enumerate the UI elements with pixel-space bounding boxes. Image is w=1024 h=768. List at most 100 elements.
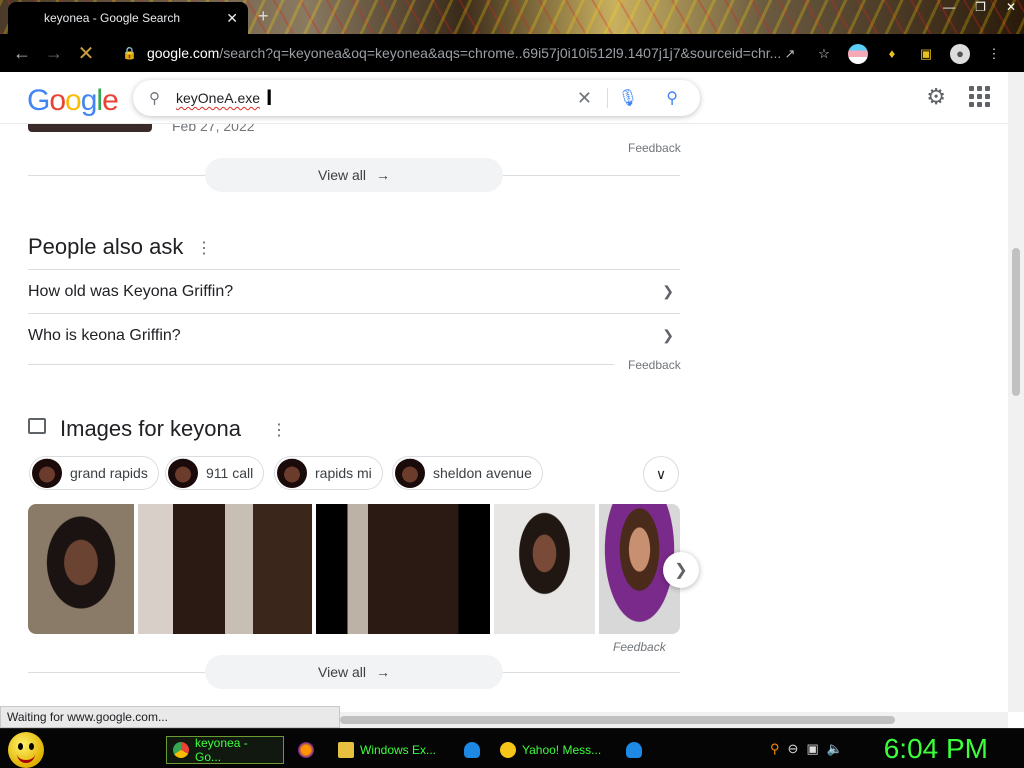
image-result[interactable] — [28, 504, 134, 634]
taskbar-clock[interactable]: 6:04 PM — [884, 733, 988, 765]
volume-icon[interactable]: 🔈 — [827, 741, 843, 757]
stop-loading-icon[interactable]: ✕ — [70, 41, 102, 66]
next-images-button[interactable]: ❯ — [663, 552, 699, 588]
image-chip[interactable]: rapids mi — [274, 456, 383, 490]
feedback-link[interactable]: Feedback — [628, 358, 681, 372]
image-chip[interactable]: sheldon avenue — [392, 456, 543, 490]
folder-icon — [338, 742, 354, 758]
chip-label: 911 call — [206, 465, 254, 481]
vertical-scrollbar[interactable] — [1008, 72, 1024, 712]
avatar — [168, 458, 198, 488]
onedrive-icon[interactable] — [458, 736, 486, 764]
task-label: Yahoo! Mess... — [522, 743, 602, 757]
more-options-icon[interactable]: ⋮ — [271, 420, 287, 440]
url-host: google.com — [146, 45, 220, 61]
feedback-link[interactable]: Feedback — [628, 141, 681, 155]
paa-question-text: Who is keona Griffin? — [28, 326, 181, 344]
image-result[interactable] — [316, 504, 490, 634]
google-header: Google ⚲ keyOneA.exe I ✕ 🎙 ⚲ ⚙ — [0, 72, 1008, 124]
divider — [28, 364, 614, 365]
scrollbar-thumb[interactable] — [340, 716, 895, 724]
logo-letter: e — [102, 84, 119, 117]
search-results: Feb 27, 2022 Feedback View all → People … — [0, 124, 1008, 712]
expand-chips-button[interactable]: ∨ — [643, 456, 679, 492]
chrome-icon — [173, 742, 189, 758]
voice-search-icon[interactable]: 🎙 — [618, 88, 638, 108]
browser-tab[interactable]: keyonea - Google Search ✕ — [8, 2, 248, 34]
extension-flag-icon[interactable] — [848, 44, 868, 64]
url-path: /search?q=keyonea&oq=keyonea&aqs=chrome.… — [219, 45, 782, 61]
minus-circle-icon[interactable]: ⊖ — [788, 741, 799, 757]
tab-close-icon[interactable]: ✕ — [226, 10, 238, 27]
settings-gear-icon[interactable]: ⚙ — [926, 84, 946, 110]
paa-question[interactable]: How old was Keyona Griffin? ❯ — [28, 269, 680, 313]
view-all-label: View all — [318, 167, 366, 183]
taskbar: keyonea - Go... Windows Ex... Yahoo! Mes… — [0, 728, 1024, 768]
avatar — [277, 458, 307, 488]
search-submit-icon[interactable]: ⚲ — [666, 88, 678, 108]
side-panel-icon[interactable]: ▣ — [916, 44, 936, 64]
minimize-icon[interactable]: — — [943, 0, 955, 14]
view-all-button[interactable]: View all → — [205, 655, 503, 689]
search-icon: ⚲ — [149, 90, 160, 107]
people-also-ask-title: People also ask — [28, 234, 184, 259]
browser-menu-icon[interactable]: ⋮ — [984, 44, 1004, 64]
clear-search-icon[interactable]: ✕ — [577, 88, 592, 109]
task-label: Windows Ex... — [360, 743, 437, 757]
bookmark-star-icon[interactable]: ☆ — [814, 44, 834, 64]
chevron-down-icon: ❯ — [662, 327, 674, 343]
taskbar-item-explorer[interactable]: Windows Ex... — [332, 736, 444, 764]
firefox-icon[interactable] — [292, 736, 320, 764]
start-button-smiley-icon[interactable] — [8, 732, 44, 768]
chip-label: rapids mi — [315, 465, 372, 481]
chevron-down-icon: ∨ — [655, 465, 667, 482]
logo-letter: o — [65, 84, 82, 117]
search-input[interactable]: keyOneA.exe — [176, 90, 260, 106]
taskbar-item-yahoo[interactable]: Yahoo! Mess... — [494, 736, 612, 764]
browser-tab-bar: keyonea - Google Search ✕ + — ❐ ✕ — [0, 0, 1024, 34]
taskbar-item-chrome[interactable]: keyonea - Go... — [166, 736, 284, 764]
window-controls: — ❐ ✕ — [943, 0, 1016, 14]
system-tray: ⚲ ⊖ ▣ 🔈 — [770, 741, 843, 757]
extensions-puzzle-icon[interactable]: ♦ — [882, 44, 902, 64]
logo-letter: g — [80, 84, 98, 117]
scrollbar-thumb[interactable] — [1012, 248, 1020, 396]
image-result[interactable] — [138, 504, 312, 634]
google-logo[interactable]: Google — [27, 84, 119, 118]
result-date: Feb 27, 2022 — [172, 124, 255, 134]
more-options-icon[interactable]: ⋮ — [196, 238, 212, 258]
chevron-down-icon: ❯ — [662, 283, 674, 299]
apps-grid-icon[interactable] — [969, 86, 990, 107]
chevron-right-icon: ❯ — [674, 562, 688, 579]
search-divider — [607, 88, 608, 108]
image-chip[interactable]: 911 call — [165, 456, 265, 490]
close-window-icon[interactable]: ✕ — [1006, 0, 1016, 14]
image-icon — [28, 418, 46, 434]
logo-letter: o — [49, 84, 66, 117]
view-all-label: View all — [318, 664, 366, 680]
restore-icon[interactable]: ❐ — [975, 0, 986, 14]
onedrive-icon[interactable] — [620, 736, 648, 764]
back-icon[interactable]: ← — [6, 43, 38, 64]
feedback-link[interactable]: Feedback — [613, 640, 666, 654]
result-thumbnail[interactable] — [28, 124, 152, 132]
status-bar: Waiting for www.google.com... — [0, 706, 340, 728]
yahoo-messenger-icon — [500, 742, 516, 758]
chip-label: grand rapids — [70, 465, 148, 481]
share-icon[interactable]: ↗ — [780, 44, 800, 64]
address-bar[interactable]: 🔒 google.com/search?q=keyonea&oq=keyonea… — [112, 37, 852, 69]
search-icon[interactable]: ⚲ — [770, 741, 780, 757]
view-all-button[interactable]: View all → — [205, 158, 503, 192]
avatar — [32, 458, 62, 488]
network-icon[interactable]: ▣ — [806, 741, 818, 757]
search-box[interactable]: ⚲ keyOneA.exe I ✕ 🎙 ⚲ — [133, 80, 700, 116]
paa-question-text: How old was Keyona Griffin? — [28, 282, 234, 300]
new-tab-button[interactable]: + — [258, 6, 269, 27]
image-result[interactable] — [494, 504, 595, 634]
image-chip[interactable]: grand rapids — [29, 456, 159, 490]
forward-icon[interactable]: → — [38, 43, 70, 64]
profile-avatar-icon[interactable]: ● — [950, 44, 970, 64]
logo-letter: G — [27, 84, 50, 117]
toolbar-icons: ↗ ☆ ♦ ▣ ● ⋮ — [780, 44, 1004, 64]
paa-question[interactable]: Who is keona Griffin? ❯ — [28, 313, 680, 357]
